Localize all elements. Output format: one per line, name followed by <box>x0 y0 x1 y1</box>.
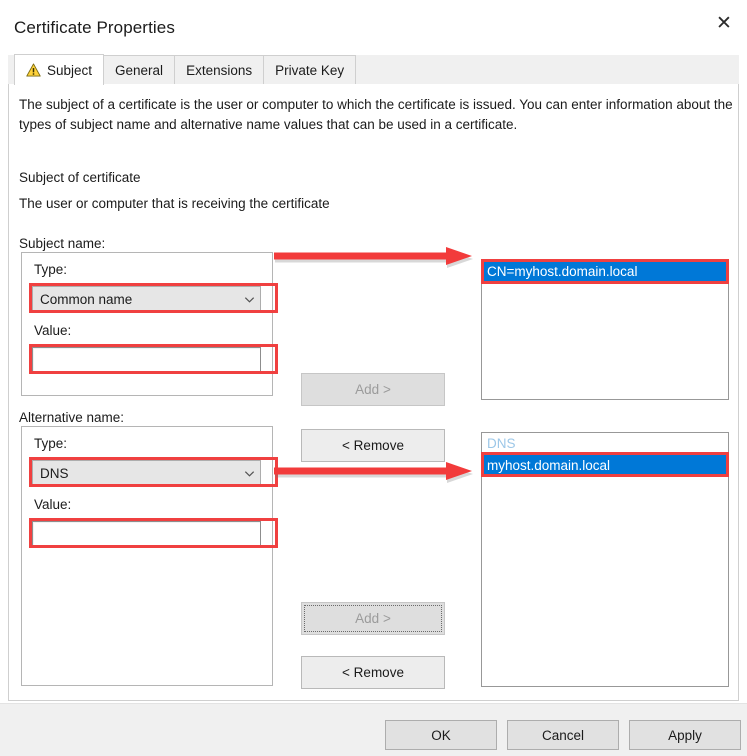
tab-extensions-label: Extensions <box>186 62 253 78</box>
alt-type-label: Type: <box>34 436 68 451</box>
subject-value-input[interactable] <box>32 347 261 373</box>
tab-content-subject: The subject of a certificate is the user… <box>8 84 739 701</box>
warning-triangle-icon <box>26 63 41 77</box>
alt-type-dropdown[interactable]: DNS <box>32 460 261 486</box>
subject-name-list[interactable]: CN=myhost.domain.local <box>481 260 729 400</box>
tab-general[interactable]: General <box>103 55 176 84</box>
tab-subject-label: Subject <box>47 62 93 78</box>
cancel-button[interactable]: Cancel <box>507 720 619 750</box>
chevron-down-icon <box>243 467 256 480</box>
subject-name-group: Type: Common name Value: <box>21 252 273 396</box>
subject-type-value: Common name <box>40 291 133 307</box>
list-item[interactable]: CN=myhost.domain.local <box>482 261 728 283</box>
tab-subject[interactable]: Subject <box>14 54 105 85</box>
alt-value-input[interactable] <box>32 521 261 547</box>
tab-strip: Subject General Extensions Private Key <box>8 54 739 85</box>
list-item[interactable]: myhost.domain.local <box>482 455 728 477</box>
window-title: Certificate Properties <box>14 17 175 37</box>
chevron-down-icon <box>243 293 256 306</box>
subject-type-dropdown[interactable]: Common name <box>32 286 261 312</box>
tab-extensions[interactable]: Extensions <box>174 55 265 84</box>
remove-subject-button[interactable]: < Remove <box>301 429 445 462</box>
list-item[interactable]: DNS <box>482 433 728 455</box>
alternative-name-label: Alternative name: <box>19 410 125 425</box>
alt-value-label: Value: <box>34 497 72 512</box>
title-bar: Certificate Properties ✕ <box>0 0 747 55</box>
close-icon[interactable]: ✕ <box>701 0 747 46</box>
alternative-name-list[interactable]: DNS myhost.domain.local <box>481 432 729 687</box>
section-subtext: The user or computer that is receiving t… <box>19 196 330 211</box>
add-subject-button[interactable]: Add > <box>301 373 445 406</box>
tab-private-key-label: Private Key <box>275 62 345 78</box>
subject-value-label: Value: <box>34 323 72 338</box>
tab-general-label: General <box>115 62 164 78</box>
remove-alt-button[interactable]: < Remove <box>301 656 445 689</box>
tab-private-key[interactable]: Private Key <box>263 55 357 84</box>
section-heading: Subject of certificate <box>19 170 141 185</box>
add-alt-button[interactable]: Add > <box>301 602 445 635</box>
dialog-footer: OK Cancel Apply <box>0 703 747 756</box>
alternative-name-group: Type: DNS Value: <box>21 426 273 686</box>
subject-name-label: Subject name: <box>19 236 106 251</box>
ok-button[interactable]: OK <box>385 720 497 750</box>
intro-paragraph: The subject of a certificate is the user… <box>19 97 733 132</box>
apply-button[interactable]: Apply <box>629 720 741 750</box>
alt-type-value: DNS <box>40 465 69 481</box>
subject-type-label: Type: <box>34 262 68 277</box>
